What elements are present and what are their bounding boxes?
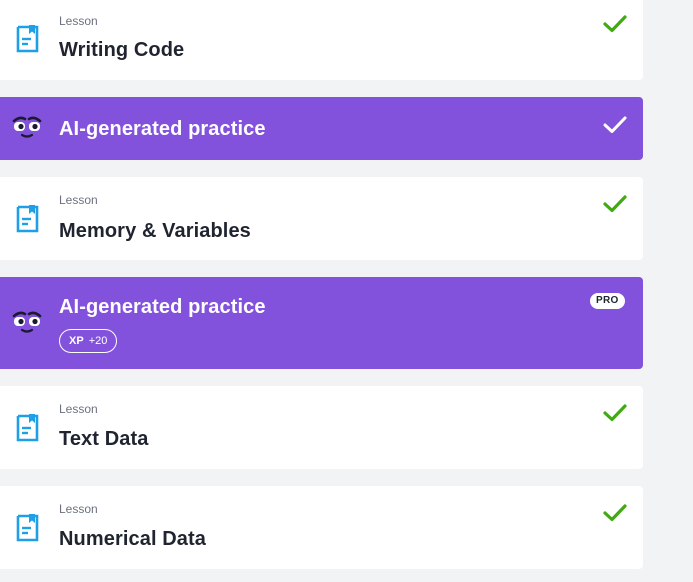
lesson-kicker: Lesson xyxy=(59,502,98,516)
document-icon xyxy=(16,25,39,53)
xp-reward-pill: XP +20 xyxy=(59,329,118,353)
document-icon xyxy=(16,414,39,442)
document-icon xyxy=(16,514,39,542)
document-icon xyxy=(16,205,39,233)
lesson-title: Numerical Data xyxy=(59,528,207,550)
check-icon xyxy=(603,195,627,213)
lesson-card-numerical-data[interactable]: Lesson Numerical Data xyxy=(0,486,643,569)
practice-title: AI-generated practice xyxy=(59,118,266,140)
lesson-card-text-data[interactable]: Lesson Text Data xyxy=(0,386,643,469)
lesson-card-memory-variables[interactable]: Lesson Memory & Variables xyxy=(0,177,643,260)
lesson-kicker: Lesson xyxy=(59,402,98,416)
check-icon xyxy=(603,15,627,33)
robot-face-icon xyxy=(12,311,42,333)
practice-card-pro[interactable]: AI-generated practice PRO XP +20 xyxy=(0,277,643,369)
check-icon xyxy=(603,116,627,133)
lesson-kicker: Lesson xyxy=(59,14,98,28)
lesson-kicker: Lesson xyxy=(59,193,98,207)
lesson-title: Memory & Variables xyxy=(59,220,251,242)
pro-badge: PRO xyxy=(590,293,625,309)
practice-title: AI-generated practice xyxy=(59,296,266,318)
xp-label: XP xyxy=(69,334,84,347)
check-icon xyxy=(603,404,627,422)
lesson-title: Writing Code xyxy=(59,39,185,61)
check-icon xyxy=(603,504,627,522)
xp-value: +20 xyxy=(88,334,108,347)
practice-card[interactable]: AI-generated practice xyxy=(0,97,643,160)
robot-face-icon xyxy=(12,116,42,138)
lesson-title: Text Data xyxy=(59,428,149,450)
lesson-card-writing-code[interactable]: Lesson Writing Code xyxy=(0,0,643,80)
